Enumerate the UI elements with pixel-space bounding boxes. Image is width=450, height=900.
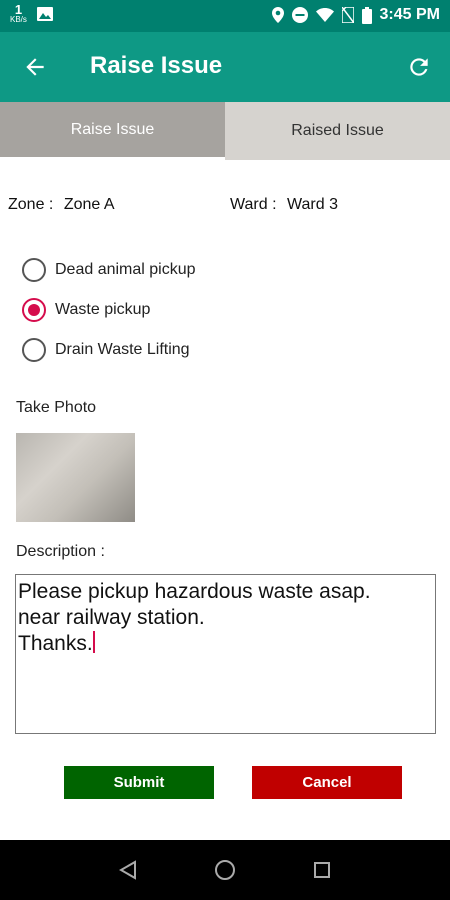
ward-label: Ward :: [230, 196, 277, 213]
tab-raise-issue[interactable]: Raise Issue: [0, 102, 225, 160]
back-arrow-icon[interactable]: [22, 54, 48, 80]
wifi-icon: [315, 8, 334, 22]
ward-value: Ward 3: [286, 196, 338, 213]
no-sim-icon: [341, 7, 354, 23]
zone-label: Zone :: [8, 196, 54, 213]
radio-label: Drain Waste Lifting: [55, 341, 190, 358]
tab-raised-issue[interactable]: Raised Issue: [225, 102, 450, 160]
home-nav-icon[interactable]: [214, 859, 236, 881]
zone-info: Zone : Zone A: [8, 196, 115, 214]
tab-bar: Raise Issue Raised Issue: [0, 102, 450, 160]
description-text: Please pickup hazardous waste asap. near…: [18, 580, 371, 655]
clock: 3:45 PM: [379, 6, 440, 23]
recents-nav-icon[interactable]: [313, 861, 331, 879]
text-cursor: [92, 631, 95, 653]
radio-waste-pickup[interactable]: Waste pickup: [22, 290, 196, 330]
zone-value: Zone A: [63, 196, 115, 213]
network-speed: 1 KB/s: [10, 3, 27, 24]
battery-icon: [361, 6, 372, 24]
do-not-disturb-icon: [291, 7, 308, 23]
system-nav-bar: [0, 840, 450, 900]
page-title: Raise Issue: [90, 52, 223, 79]
network-speed-unit: KB/s: [10, 15, 27, 24]
radio-button-checked[interactable]: [22, 298, 46, 322]
photo-thumbnail[interactable]: [16, 433, 135, 522]
cancel-button[interactable]: Cancel: [252, 766, 402, 799]
radio-drain-waste-lifting[interactable]: Drain Waste Lifting: [22, 330, 196, 370]
description-label: Description :: [16, 543, 105, 560]
radio-label: Waste pickup: [55, 301, 151, 318]
refresh-icon[interactable]: [406, 54, 432, 80]
back-nav-icon[interactable]: [118, 860, 137, 880]
location-icon: [271, 7, 284, 23]
description-textarea[interactable]: Please pickup hazardous waste asap. near…: [15, 574, 436, 734]
app-bar: Raise Issue: [0, 32, 450, 102]
ward-info: Ward : Ward 3: [230, 196, 338, 214]
radio-button[interactable]: [22, 258, 46, 282]
take-photo-label: Take Photo: [16, 399, 97, 416]
submit-button[interactable]: Submit: [64, 766, 214, 799]
image-icon: [36, 6, 53, 21]
radio-button[interactable]: [22, 338, 46, 362]
issue-type-group: Dead animal pickup Waste pickup Drain Wa…: [22, 250, 196, 370]
radio-label: Dead animal pickup: [55, 261, 196, 278]
status-bar: 1 KB/s 3:45 PM: [0, 0, 450, 32]
radio-dead-animal-pickup[interactable]: Dead animal pickup: [22, 250, 196, 290]
